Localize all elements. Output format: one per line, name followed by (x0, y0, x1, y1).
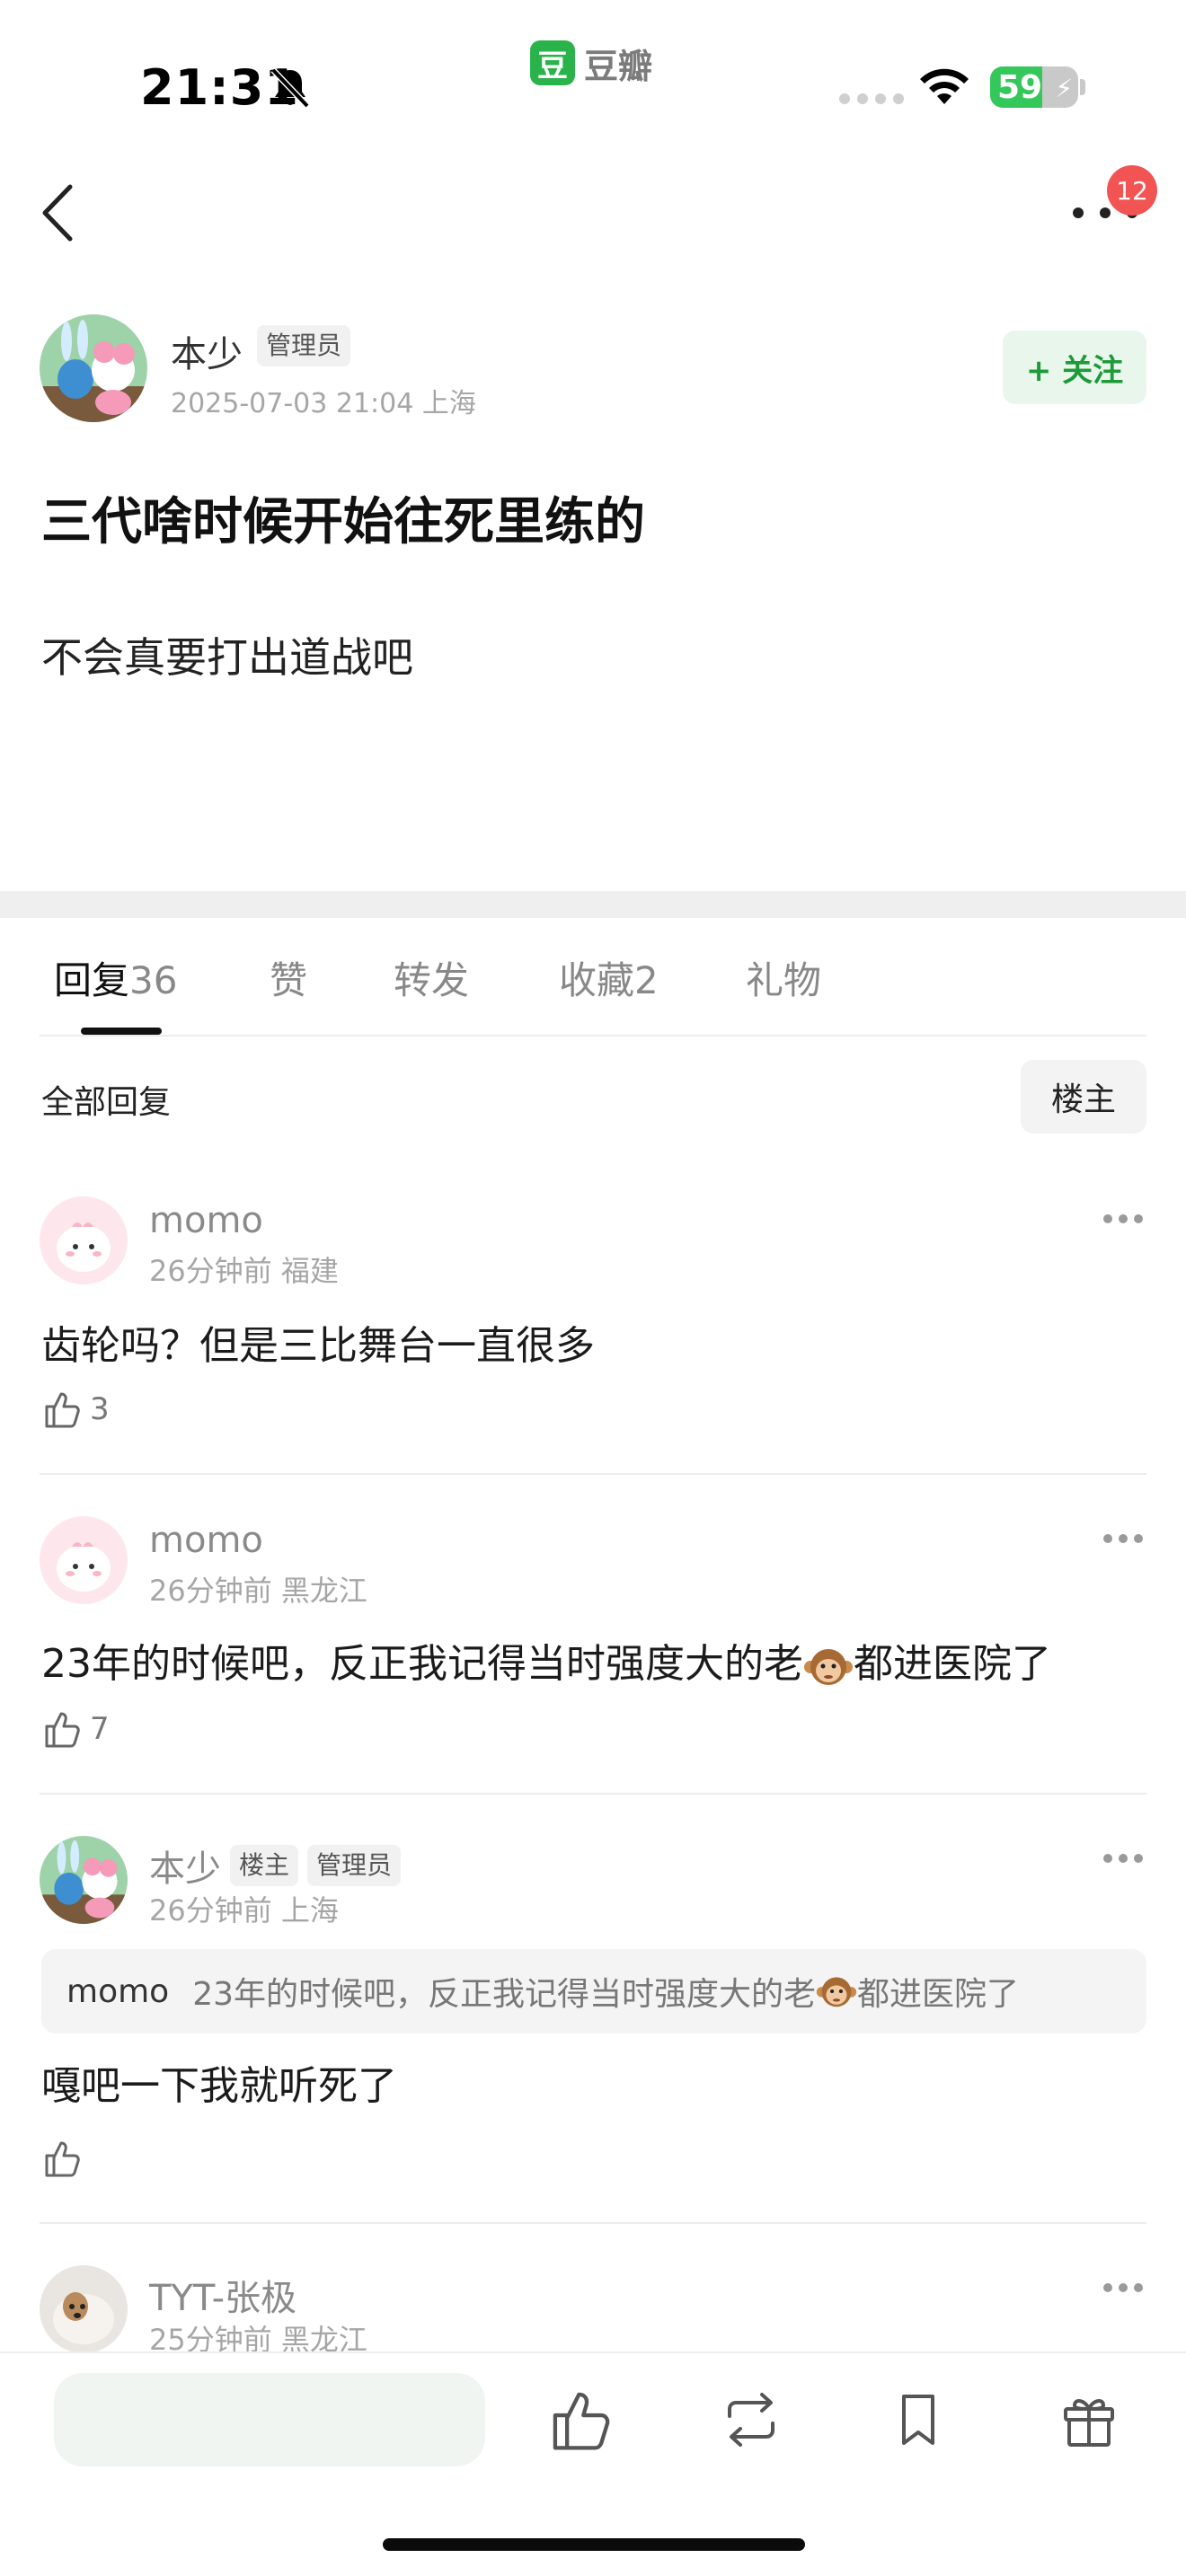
tab-replies[interactable]: 回复36 (54, 950, 177, 1005)
thumbs-up-icon[interactable] (546, 2386, 615, 2454)
post-body: 不会真要打出道战吧 (41, 633, 413, 682)
tab-collections-count: 2 (634, 958, 659, 1002)
commenter-avatar[interactable] (40, 1516, 128, 1604)
post-meta: 2025-07-03 21:04 上海 (171, 388, 476, 419)
all-replies-label: 全部回复 (41, 1084, 172, 1121)
monkey-emoji-icon (816, 1977, 857, 2007)
thumbs-up-icon (45, 2141, 80, 2177)
tab-gifts-label: 礼物 (746, 958, 822, 1002)
commenter-name-text: TYT-张极 (149, 2278, 297, 2319)
comment-text: 23年的时候吧，反正我记得当时强度大的老 都进医院了 (41, 1631, 1051, 1689)
commenter-name-text: momo (149, 1200, 263, 1241)
tab-reposts[interactable]: 转发 (394, 950, 469, 1005)
tab-likes-label: 赞 (270, 958, 308, 1002)
commenter-name[interactable]: momo (149, 1200, 263, 1241)
commenter-name[interactable]: momo (149, 1520, 263, 1561)
tab-collections-label: 收藏 (559, 958, 635, 1002)
tab-gifts[interactable]: 礼物 (746, 950, 821, 1005)
repost-icon[interactable] (717, 2386, 785, 2454)
op-only-filter-button[interactable]: 楼主 (1021, 1060, 1146, 1134)
thumbs-up-icon (45, 1392, 80, 1428)
wifi-icon (920, 68, 969, 104)
follow-button[interactable]: + 关注 (1003, 331, 1146, 404)
comment-divider (40, 1793, 1146, 1795)
douban-logo-icon: 豆 (530, 40, 575, 85)
comment-divider (40, 2222, 1146, 2224)
comment-meta: 26分钟前 黑龙江 (149, 1574, 367, 1608)
charging-bolt-icon: ⚡ (1055, 74, 1073, 103)
quoted-text-after: 都进医院了 (857, 1976, 1020, 2013)
monkey-emoji-icon (804, 1649, 853, 1685)
battery-level: 59 (997, 69, 1043, 106)
tab-likes[interactable]: 赞 (270, 950, 307, 1005)
tab-bar: 回复36 赞 转发 收藏2 礼物 (0, 950, 1186, 1058)
app-name: 豆瓣 (584, 46, 653, 86)
active-tab-indicator (81, 1028, 162, 1035)
quoted-author: momo (66, 1972, 170, 2010)
comment-divider (40, 1473, 1146, 1475)
bottom-action-bar (0, 2351, 1186, 2576)
post-title: 三代啥时候开始往死里练的 (41, 493, 645, 551)
more-icon[interactable] (1103, 1214, 1143, 1225)
back-to-app[interactable]: 豆 豆瓣 (530, 40, 652, 86)
comment-meta: 26分钟前 福建 (149, 1254, 339, 1288)
comment-text-before: 23年的时候吧，反正我记得当时强度大的老 (41, 1641, 803, 1687)
comment-meta: 26分钟前 上海 (149, 1893, 339, 1928)
comment-text-after: 都进医院了 (854, 1641, 1051, 1687)
author-name[interactable]: 本少 (171, 325, 243, 377)
comment-text: 嘎吧一下我就听死了 (41, 2063, 397, 2109)
tab-replies-count: 36 (129, 958, 178, 1002)
commenter-avatar[interactable] (40, 1196, 128, 1284)
back-arrow-icon[interactable] (36, 180, 81, 246)
like-button[interactable]: 3 (41, 1389, 110, 1430)
notification-badge: 12 (1107, 165, 1157, 216)
commenter-name-text: momo (149, 1520, 263, 1561)
comment-text: 齿轮吗？但是三比舞台一直很多 (41, 1323, 595, 1369)
commenter-name[interactable]: TYT-张极 (149, 2269, 296, 2321)
status-bar: 21:31 豆 豆瓣 59 ⚡ (0, 0, 1186, 144)
admin-tag: 管理员 (257, 325, 351, 366)
tab-replies-label: 回复 (54, 958, 130, 1002)
more-icon[interactable] (1103, 1854, 1143, 1865)
commenter-name-text: 本少 (149, 1848, 221, 1890)
commenter-avatar[interactable] (40, 2265, 128, 2353)
commenter-name[interactable]: 本少 楼主 管理员 (149, 1839, 402, 1892)
bell-slash-icon (270, 67, 310, 109)
tab-reposts-label: 转发 (394, 958, 470, 1002)
like-count: 7 (90, 1711, 110, 1747)
bookmark-icon[interactable] (884, 2386, 952, 2454)
thumbs-up-icon (45, 1712, 80, 1748)
tab-collections[interactable]: 收藏2 (559, 950, 659, 1005)
like-button[interactable]: 7 (41, 1708, 110, 1750)
more-icon[interactable] (1103, 1534, 1143, 1545)
like-button[interactable] (41, 2138, 83, 2179)
home-indicator (383, 2538, 805, 2551)
admin-tag: 管理员 (307, 1845, 402, 1886)
commenter-avatar[interactable] (40, 1836, 128, 1924)
quoted-reply[interactable]: momo 23年的时候吧，反正我记得当时强度大的老 都进医院了 (41, 1949, 1146, 2033)
more-icon[interactable] (1103, 2283, 1143, 2294)
tabs-divider (40, 1035, 1146, 1037)
battery-icon: 59 ⚡ (990, 66, 1078, 108)
op-tag: 楼主 (230, 1845, 299, 1886)
quoted-text-before: 23年的时候吧，反正我记得当时强度大的老 (192, 1976, 816, 2013)
cellular-signal-icon (839, 93, 904, 104)
gift-icon[interactable] (1055, 2386, 1123, 2454)
like-count: 3 (90, 1391, 110, 1427)
section-divider (0, 891, 1186, 918)
author-avatar[interactable] (40, 314, 147, 422)
battery-tip (1080, 79, 1085, 95)
comment-input[interactable] (54, 2373, 485, 2466)
